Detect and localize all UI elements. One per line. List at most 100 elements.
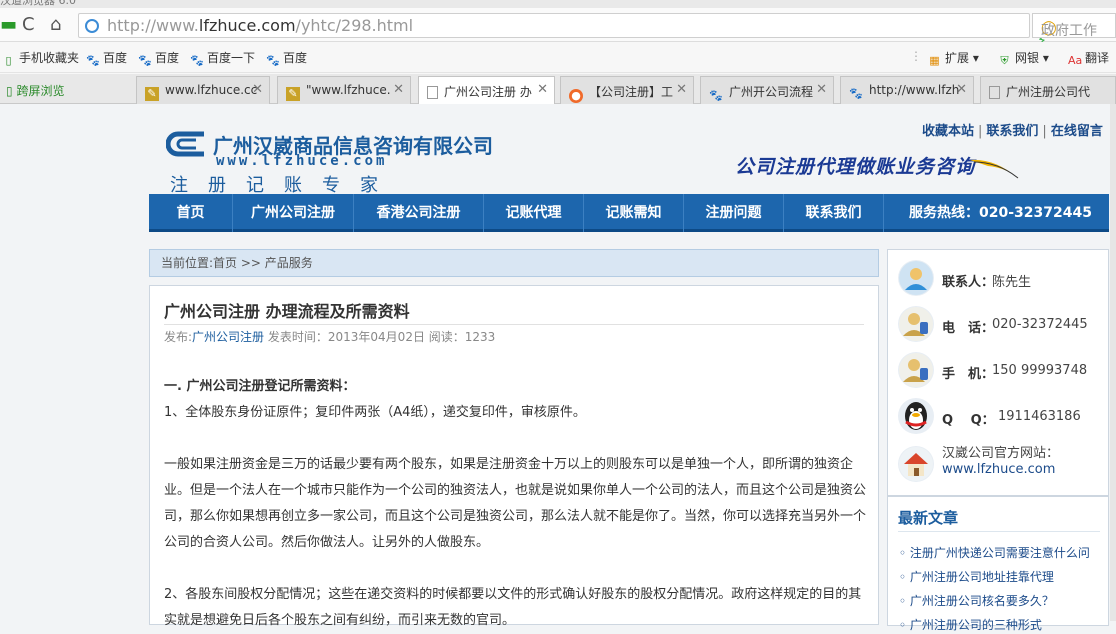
phone-row: 电 话： 020-32372445 [898,306,1103,344]
tab-6[interactable]: 🐾 http://www.lfzh ✕ [840,76,974,104]
nav-bookkeeping[interactable]: 记账代理 [484,194,584,232]
home-house-icon [898,446,934,482]
top-links: 收藏本站 | 联系我们 | 在线留言 [922,124,1103,139]
close-icon[interactable]: ✕ [676,82,687,97]
bookmark-baidu-search[interactable]: 🐾 百度一下 [190,49,255,67]
bookmark-mobile[interactable]: ▯ 手机收藏夹 [2,49,79,67]
page-icon [989,86,1000,99]
baidu-paw-icon: 🐾 [709,89,723,102]
contact-us-link[interactable]: 联系我们 [986,124,1038,139]
article: 广州公司注册 办理流程及所需资料 发布:广州公司注册 发表时间：2013年04月… [149,285,879,628]
breadcrumb: 当前位置:首页 >> 产品服务 [149,249,879,277]
window-title-bar: 汉道浏览器 6.0 [0,0,1116,8]
paragraph: 1、全体股东身份证原件；复印件两张（A4纸），递交复印件，审核原件。 [164,405,586,420]
divider [898,531,1100,532]
brush-icon [970,159,1020,180]
extensions-button[interactable]: ▦ 扩展 ▾ [928,49,979,67]
cross-screen-button[interactable]: ▯ 跨屏浏览 [6,82,64,99]
news-item[interactable]: ◦ 广州注册公司地址挂靠代理 [899,568,1054,585]
section-heading: 一. 广州公司注册登记所需资料： [164,379,356,394]
url-text[interactable]: http://www.lfzhuce.com/yhtc/298.html [107,16,413,35]
translate-button[interactable]: Aa 翻译 [1068,49,1109,67]
phone-icon: ▯ [5,54,12,67]
tab-5[interactable]: 🐾 广州开公司流程 ✕ [700,76,834,104]
company-logo-icon[interactable] [166,126,206,162]
tab-strip: ▯ 跨屏浏览 ✎ www.lfzhuce.cc ✕ ✎ "www.lfzhuce. ✕ … [0,74,1116,105]
paragraph: 2、各股东间股权分配情况；这些在递交资料的时候都要以文件的形式确认好股东的股权分… [164,587,862,628]
contact-person: 陈先生 [992,275,1032,290]
window-title: 汉道浏览器 6.0 [0,0,76,7]
bookmarks-bar: ▯ 手机收藏夹 🐾 百度 🐾 百度 🐾 百度一下 🐾 百度 ⋮ ▦ 扩展 ▾ ⛨ 网银 ▾ A… [0,42,1116,73]
page-scrollbar[interactable] [1110,104,1116,621]
nav-register-faq[interactable]: 注册问题 [684,194,784,232]
bookmark-baidu-3[interactable]: 🐾 百度 [266,49,307,67]
news-item[interactable]: ◦ 注册广州快递公司需要注意什么问 [899,544,1090,561]
bank-shield-icon: ⛨ [1000,54,1009,67]
mobile-row: 手 机： 150 99993748 [898,352,1103,390]
qq-number[interactable]: 1911463186 [998,409,1081,424]
tab-2[interactable]: ✎ "www.lfzhuce. ✕ [277,76,411,104]
tab-7[interactable]: 广州注册公司代 [980,76,1116,104]
baidu-paw-icon: 🐾 [138,54,152,67]
phone-icon: ▯ [6,84,13,98]
divider [164,324,864,325]
website-label: 汉崴公司官方网站： [942,446,1060,461]
site-icon: ✎ [145,87,159,101]
tab-4[interactable]: ● 【公司注册】工 ✕ [560,76,694,104]
hotline: 服务热线：020-32372445 [909,205,1092,221]
nav-contact[interactable]: 联系我们 [784,194,884,232]
tab-active[interactable]: 广州公司注册 办 ✕ [418,76,555,105]
tab-1[interactable]: ✎ www.lfzhuce.cc ✕ [136,76,270,104]
company-url: www.lfzhuce.com [216,153,388,169]
refresh-icon[interactable]: C [22,15,35,35]
address-bar: ▬ C ⌂ http://www.lfzhuce.com/yhtc/298.ht… [0,8,1116,65]
qq-penguin-icon[interactable] [898,398,934,434]
close-icon[interactable]: ✕ [393,82,404,97]
news-item[interactable]: ◦ 广州注册公司核名要多久？ [899,592,1054,609]
extensions-icon: ▦ [929,54,940,67]
close-icon[interactable]: ✕ [956,82,967,97]
contact-person-row: 联系人： 陈先生 [898,260,1103,298]
nav-hk-register[interactable]: 香港公司注册 [354,194,484,232]
close-icon[interactable]: ✕ [252,82,263,97]
search-input[interactable]: ◯ 政府工作 [1032,13,1116,38]
phone-number: 020-32372445 [992,317,1088,332]
baidu-paw-icon: 🐾 [86,54,100,67]
business-slogan: 公司注册代理做账业务咨询 [735,156,976,178]
bookmark-baidu-2[interactable]: 🐾 百度 [138,49,179,67]
close-icon[interactable]: ✕ [816,82,827,97]
latest-articles-title: 最新文章 [898,509,959,527]
leave-message-link[interactable]: 在线留言 [1051,124,1103,139]
mobile-person-icon [898,352,934,388]
url-input[interactable]: http://www.lfzhuce.com/yhtc/298.html ⟳ ⚡… [78,13,1049,65]
close-icon[interactable]: ✕ [537,82,548,97]
person-avatar-icon [898,260,934,296]
translate-icon: Aa [1068,54,1083,67]
bookmark-baidu-1[interactable]: 🐾 百度 [86,49,127,67]
site-icon: ✎ [286,87,300,101]
bookmark-site-link[interactable]: 收藏本站 [922,124,974,139]
baidu-paw-icon: 🐾 [266,54,280,67]
baidu-paw-icon: 🐾 [190,54,204,67]
article-title: 广州公司注册 办理流程及所需资料 [164,302,410,321]
browser-chrome: 汉道浏览器 6.0 ▬ C ⌂ http://www.lfzhuce.com/y… [0,0,1116,105]
page-icon [427,86,438,99]
website-link[interactable]: www.lfzhuce.com [942,462,1055,477]
baidu-paw-icon: 🐾 [849,87,863,100]
mobile-number: 150 99993748 [992,363,1088,378]
qq-row: Q Q： 1911463186 [898,398,1103,436]
latest-articles-panel: 最新文章 ◦ 注册广州快递公司需要注意什么问 ◦ 广州注册公司地址挂靠代理 ◦ … [887,496,1109,632]
nav-bookkeeping-notes[interactable]: 记账需知 [584,194,684,232]
category-link[interactable]: 广州公司注册 [192,330,264,344]
separator-dots: ⋮ [910,49,922,63]
back-icon[interactable]: ▬ [0,15,17,35]
home-icon[interactable]: ⌂ [50,15,61,35]
news-item[interactable]: ◦ 广州注册公司的三种形式 [899,616,1042,633]
nav-gz-register[interactable]: 广州公司注册 [233,194,354,232]
phone-person-icon [898,306,934,342]
bank-button[interactable]: ⛨ 网银 ▾ [998,49,1048,67]
orange-site-icon: ● [569,89,583,103]
site-security-icon [85,19,99,33]
nav-home[interactable]: 首页 [149,194,233,232]
contact-panel: 联系人： 陈先生 电 话： 020-32372445 手 机： 150 9999374… [887,249,1109,496]
